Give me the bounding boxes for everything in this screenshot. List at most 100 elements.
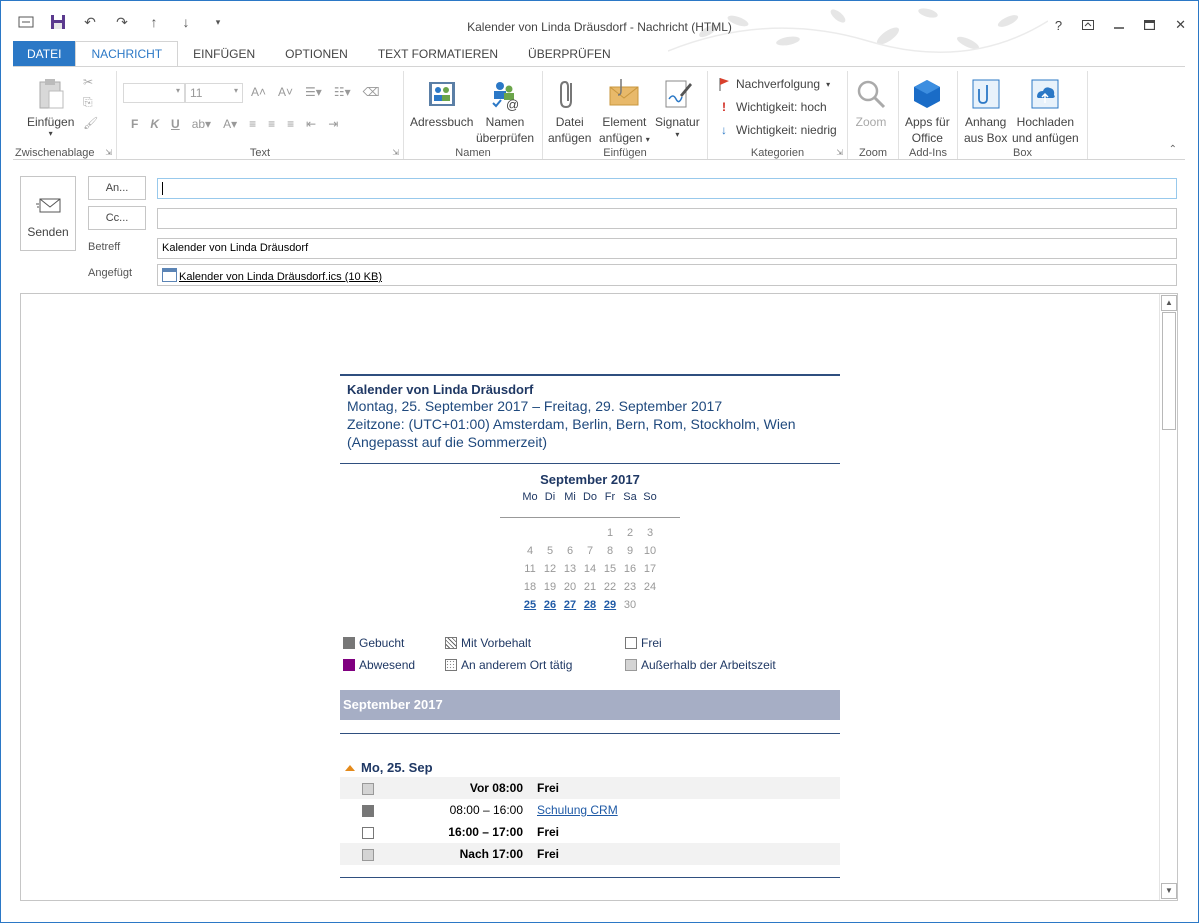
italic-button[interactable]: K bbox=[150, 117, 159, 131]
copy-icon[interactable]: ⎘ bbox=[83, 95, 98, 110]
send-button[interactable]: Senden bbox=[20, 176, 76, 251]
scroll-up-icon[interactable]: ▲ bbox=[1161, 295, 1177, 311]
calendar-week: 123 bbox=[520, 524, 660, 542]
calendar-day[interactable]: 29 bbox=[600, 596, 620, 614]
subject-field[interactable]: Kalender von Linda Dräusdorf bbox=[157, 238, 1177, 259]
follow-up-button[interactable]: Nachverfolgung ▾ bbox=[718, 77, 830, 91]
increase-indent-icon[interactable]: ⇥ bbox=[328, 117, 338, 131]
attach-file-label-2: anfügen bbox=[548, 131, 592, 145]
signature-button[interactable]: Signatur ▾ bbox=[655, 77, 700, 140]
collapse-ribbon-icon[interactable]: ⌃ bbox=[1169, 144, 1177, 155]
calendar-day: 15 bbox=[603, 563, 617, 575]
appointment-link[interactable]: Schulung CRM bbox=[537, 803, 618, 817]
highlight-icon[interactable]: ab▾ bbox=[192, 117, 211, 131]
calendar-day: 9 bbox=[626, 545, 634, 557]
bullets-icon[interactable]: ☰▾ bbox=[305, 85, 322, 99]
tentative-swatch bbox=[445, 637, 457, 649]
busy-swatch bbox=[343, 637, 355, 649]
day-divider bbox=[340, 733, 840, 734]
cc-button[interactable]: Cc... bbox=[88, 206, 146, 230]
day-heading[interactable]: Mo, 25. Sep bbox=[340, 760, 840, 775]
grow-font-icon[interactable]: A˄ bbox=[251, 85, 266, 99]
calendar-title: Kalender von Linda Dräusdorf bbox=[347, 382, 534, 397]
decrease-indent-icon[interactable]: ⇤ bbox=[306, 117, 316, 131]
font-name-combo[interactable]: ▾ bbox=[123, 83, 185, 103]
tab-nachricht[interactable]: NACHRICHT bbox=[75, 41, 179, 67]
weekday: Mo bbox=[522, 491, 538, 503]
to-field[interactable] bbox=[157, 178, 1177, 199]
attach-file-button[interactable]: Datei anfügen bbox=[548, 77, 591, 146]
low-importance-button[interactable]: ↓ Wichtigkeit: niedrig bbox=[718, 123, 837, 137]
attach-from-box-button[interactable]: Anhang aus Box bbox=[964, 77, 1007, 146]
time-slot: 08:00 – 16:00 Schulung CRM bbox=[340, 799, 840, 821]
names-group-label: Namen bbox=[455, 147, 491, 159]
paste-button[interactable]: Einfügen ▾ bbox=[27, 77, 74, 138]
header-divider bbox=[340, 463, 840, 464]
collapse-triangle-icon[interactable] bbox=[345, 764, 355, 771]
vertical-scrollbar[interactable]: ▲ ▼ bbox=[1159, 294, 1177, 900]
clear-formatting-icon[interactable]: ⌫ bbox=[363, 85, 380, 99]
check-names-icon: @ bbox=[492, 82, 519, 111]
zoom-button[interactable]: Zoom bbox=[854, 77, 888, 130]
attachment-link[interactable]: Kalender von Linda Dräusdorf.ics (10 KB) bbox=[179, 271, 382, 283]
help-icon[interactable]: ? bbox=[1055, 18, 1062, 33]
font-size-combo[interactable]: 11 ▾ bbox=[185, 83, 243, 103]
calendar-day[interactable]: 28 bbox=[580, 596, 600, 614]
send-envelope-icon bbox=[36, 198, 61, 213]
calendar-day[interactable]: 25 bbox=[520, 596, 540, 614]
scroll-thumb[interactable] bbox=[1162, 312, 1176, 430]
text-launcher-icon[interactable]: ⇲ bbox=[392, 148, 399, 157]
end-divider bbox=[340, 877, 840, 878]
maximize-icon[interactable] bbox=[1143, 18, 1156, 33]
underline-button[interactable]: U bbox=[171, 117, 180, 131]
minimize-icon[interactable] bbox=[1114, 18, 1125, 33]
calendar-day: 12 bbox=[543, 563, 557, 575]
address-book-button[interactable]: Adressbuch bbox=[410, 77, 473, 130]
check-names-button[interactable]: @ Namen überprüfen bbox=[476, 77, 534, 146]
calendar-day[interactable]: 26 bbox=[540, 596, 560, 614]
high-importance-button[interactable]: ! Wichtigkeit: hoch bbox=[718, 100, 827, 114]
tab-optionen[interactable]: OPTIONEN bbox=[270, 41, 363, 67]
day-slots: Vor 08:00 Frei 08:00 – 16:00 Schulung CR… bbox=[340, 777, 840, 865]
month-bar: September 2017 bbox=[340, 690, 840, 720]
calendar-day: 20 bbox=[563, 581, 577, 593]
font-color-icon[interactable]: A▾ bbox=[223, 117, 237, 131]
format-painter-icon[interactable]: 🖌︎ bbox=[83, 116, 98, 130]
ribbon-display-options-icon[interactable] bbox=[1082, 18, 1095, 33]
shrink-font-icon[interactable]: A˅ bbox=[278, 85, 293, 99]
cut-icon[interactable]: ✂ bbox=[83, 75, 98, 89]
ribbon: Einfügen ▾ ✂ ⎘ 🖌︎ Zwischenablage ⇲ ▾ 11 ▾… bbox=[13, 66, 1185, 160]
oof-swatch bbox=[343, 659, 355, 671]
tab-einfuegen[interactable]: EINFÜGEN bbox=[178, 41, 270, 67]
scroll-down-icon[interactable]: ▼ bbox=[1161, 883, 1177, 899]
cc-field[interactable] bbox=[157, 208, 1177, 229]
tab-datei[interactable]: DATEI bbox=[13, 41, 76, 67]
upload-label-2: und anfügen bbox=[1012, 131, 1079, 145]
close-icon[interactable]: ✕ bbox=[1175, 17, 1186, 33]
attach-item-button[interactable]: Element anfügen ▾ bbox=[599, 77, 650, 148]
clipboard-launcher-icon[interactable]: ⇲ bbox=[105, 148, 112, 157]
insert-group-label: Einfügen bbox=[603, 147, 647, 159]
apps-for-office-button[interactable]: Apps für Office bbox=[905, 77, 950, 146]
to-button[interactable]: An... bbox=[88, 176, 146, 200]
calendar-day: 30 bbox=[623, 599, 637, 611]
numbering-icon[interactable]: ☷▾ bbox=[334, 85, 351, 99]
align-left-icon[interactable]: ≡ bbox=[249, 117, 256, 131]
address-book-label: Adressbuch bbox=[410, 115, 474, 129]
bold-button[interactable]: F bbox=[131, 117, 138, 131]
tab-text-formatieren[interactable]: TEXT FORMATIEREN bbox=[363, 41, 513, 67]
text-group-label: Text bbox=[249, 147, 271, 159]
align-right-icon[interactable]: ≡ bbox=[287, 117, 294, 131]
message-body[interactable]: Kalender von Linda Dräusdorf Montag, 25.… bbox=[20, 293, 1178, 901]
signature-icon bbox=[665, 80, 693, 108]
calendar-week: 18 19 20 21 22 23 24 bbox=[520, 578, 660, 596]
calendar-day[interactable]: 27 bbox=[560, 596, 580, 614]
tags-launcher-icon[interactable]: ⇲ bbox=[836, 148, 843, 157]
upload-and-attach-button[interactable]: Hochladen und anfügen bbox=[1012, 77, 1079, 146]
outside-hours-swatch bbox=[625, 659, 637, 671]
tab-ueberpruefen[interactable]: ÜBERPRÜFEN bbox=[513, 41, 626, 67]
align-center-icon[interactable]: ≡ bbox=[268, 117, 275, 131]
weekday: Di bbox=[544, 491, 556, 503]
box-attach-label-1: Anhang bbox=[964, 115, 1007, 129]
box-attach-label-2: aus Box bbox=[964, 131, 1008, 145]
